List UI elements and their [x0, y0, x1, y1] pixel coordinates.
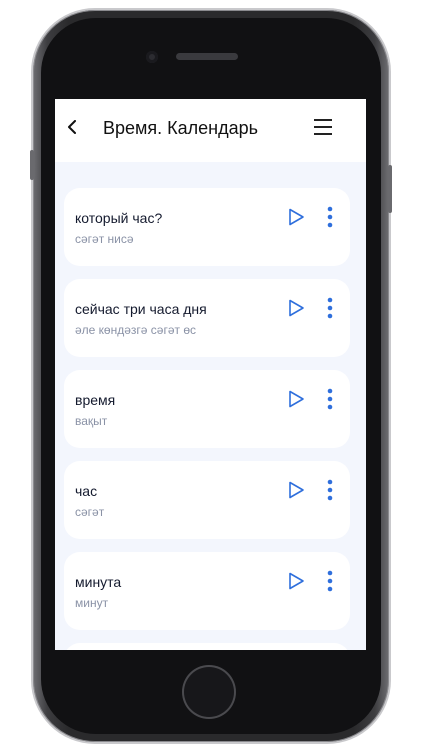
- more-options-icon[interactable]: [326, 569, 334, 593]
- play-icon[interactable]: [286, 207, 306, 227]
- play-icon[interactable]: [286, 298, 306, 318]
- phrase-translation: сәгәт: [75, 505, 105, 519]
- hamburger-menu-icon: [314, 119, 332, 121]
- chevron-left-icon: [68, 120, 76, 134]
- back-button[interactable]: [62, 116, 84, 138]
- phrase-russian: минута: [75, 574, 122, 590]
- phrase-russian: время: [75, 392, 116, 408]
- play-icon[interactable]: [286, 389, 306, 409]
- play-icon[interactable]: [286, 571, 306, 591]
- phrase-russian: час: [75, 483, 98, 499]
- phrase-russian: который час?: [75, 210, 163, 226]
- page-title: Время. Календарь: [103, 118, 259, 138]
- phrase-translation: сәгәт нисә: [75, 232, 134, 246]
- home-button[interactable]: [182, 665, 236, 719]
- front-camera: [146, 51, 158, 63]
- phrase-translation: әле көндәзгә сәгәт өс: [75, 323, 197, 337]
- power-button: [388, 165, 392, 213]
- list-item[interactable]: [64, 643, 350, 650]
- earpiece-speaker: [176, 53, 238, 60]
- phrase-translation: вақыт: [75, 414, 108, 428]
- app-header: Время. Календарь: [55, 99, 366, 162]
- more-options-icon[interactable]: [326, 387, 334, 411]
- play-icon[interactable]: [286, 480, 306, 500]
- more-options-icon[interactable]: [326, 296, 334, 320]
- menu-button[interactable]: [311, 116, 335, 138]
- phrase-translation: минут: [75, 596, 109, 610]
- list-item[interactable]: который час? сәгәт нисә: [64, 188, 350, 266]
- list-item[interactable]: сейчас три часа дня әле көндәзгә сәгәт ө…: [64, 279, 350, 357]
- more-options-icon[interactable]: [326, 478, 334, 502]
- phrase-russian: сейчас три часа дня: [75, 301, 207, 317]
- list-item[interactable]: время вақыт: [64, 370, 350, 448]
- list-item[interactable]: минута минут: [64, 552, 350, 630]
- list-item[interactable]: час сәгәт: [64, 461, 350, 539]
- volume-button: [30, 150, 34, 180]
- app-screen: Время. Календарь который час? сәгәт нисә…: [55, 99, 366, 650]
- more-options-icon[interactable]: [326, 205, 334, 229]
